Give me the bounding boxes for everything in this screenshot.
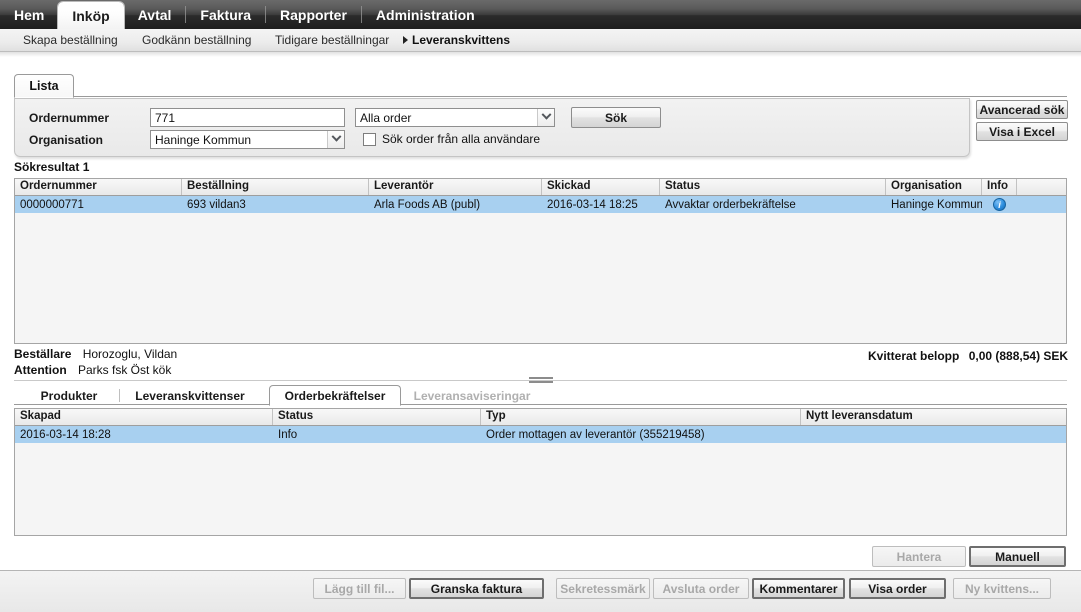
nav-tab-avtal[interactable]: Avtal <box>124 0 186 29</box>
ny-kvittens-button[interactable]: Ny kvittens... <box>953 578 1051 599</box>
cell-organisation: Haninge Kommun <box>891 198 982 211</box>
cell-bestallning: 693 vildan3 <box>187 198 246 211</box>
orders-table: Ordernummer Beställning Leverantör Skick… <box>14 178 1067 344</box>
kvitterat-belopp-value: 0,00 (888,54) SEK <box>968 349 1069 363</box>
manuell-button[interactable]: Manuell <box>969 546 1066 567</box>
orderconfirm-table-header: Skapad Status Typ Nytt leveransdatum <box>15 409 1066 426</box>
subnav-item-leveranskvittens-label: Leveranskvittens <box>412 33 511 47</box>
nav-tab-administration[interactable]: Administration <box>362 0 489 29</box>
alla-anvandare-checkbox-row[interactable]: Sök order från alla användare <box>363 132 540 146</box>
panel-splitter-handle[interactable] <box>529 377 553 384</box>
tab-separator <box>119 389 120 402</box>
sub-navigation-bar: Skapa beställning Godkänn beställning Ti… <box>0 29 1081 52</box>
column-header-typ[interactable]: Typ <box>481 409 801 425</box>
orderconfirm-table: Skapad Status Typ Nytt leveransdatum 201… <box>14 408 1067 536</box>
tab-leveransaviseringar: Leveransaviseringar <box>413 388 531 403</box>
search-result-title: Sökresultat 1 <box>14 160 90 174</box>
nav-tab-hem[interactable]: Hem <box>0 0 58 29</box>
nav-tab-rapporter[interactable]: Rapporter <box>266 0 361 29</box>
subnav-item-leveranskvittens[interactable]: Leveranskvittens <box>403 33 510 47</box>
main-navigation-bar: Hem Inköp Avtal Faktura Rapporter Admini… <box>0 0 1081 29</box>
tab-produkter[interactable]: Produkter <box>24 385 114 406</box>
cell-status: Avvaktar orderbekräftelse <box>665 198 796 211</box>
nav-separator <box>185 6 187 23</box>
order-filter-select[interactable]: Alla order <box>355 108 555 127</box>
tab-lista[interactable]: Lista <box>14 74 74 98</box>
table-row[interactable]: 2016-03-14 18:28 Info Order mottagen av … <box>15 426 1066 443</box>
nav-separator <box>265 6 266 23</box>
attention-label: Attention <box>14 363 67 377</box>
attention-row: Attention Parks fsk Öst kök <box>14 363 171 377</box>
tab-leveranskvittenser[interactable]: Leveranskvittenser <box>124 385 256 406</box>
chevron-down-icon[interactable] <box>537 109 554 126</box>
panel-tabstrip: Lista <box>14 74 1067 98</box>
column-header-ordernummer[interactable]: Ordernummer <box>15 179 182 195</box>
order-filter-value: Alla order <box>360 110 412 125</box>
nav-tab-faktura[interactable]: Faktura <box>186 0 265 29</box>
alla-anvandare-checkbox[interactable] <box>363 132 376 146</box>
sekretessmark-button[interactable]: Sekretessmärk <box>556 578 650 599</box>
kvitterat-belopp-row: Kvitterat belopp 0,00 (888,54) SEK <box>868 349 1068 363</box>
column-header-skickad[interactable]: Skickad <box>542 179 660 195</box>
table-row[interactable]: 0000000771 693 vildan3 Arla Foods AB (pu… <box>15 196 1066 213</box>
alla-anvandare-label: Sök order från alla användare <box>382 132 541 146</box>
column-header-status[interactable]: Status <box>660 179 886 195</box>
organisation-select[interactable]: Haninge Kommun <box>150 130 345 149</box>
sok-button[interactable]: Sök <box>571 107 661 128</box>
column-header-organisation[interactable]: Organisation <box>886 179 982 195</box>
orders-table-header: Ordernummer Beställning Leverantör Skick… <box>15 179 1066 196</box>
subnav-item-tidigare-bestallningar[interactable]: Tidigare beställningar <box>275 33 389 47</box>
avancerad-sok-button[interactable]: Avancerad sök <box>976 100 1068 119</box>
tab-orderbekraftelser[interactable]: Orderbekräftelser <box>269 385 401 406</box>
bestallare-row: Beställare Horozoglu, Vildan <box>14 347 177 361</box>
kvitterat-belopp-label: Kvitterat belopp <box>868 349 960 363</box>
organisation-value: Haninge Kommun <box>155 132 252 147</box>
granska-faktura-button[interactable]: Granska faktura <box>409 578 544 599</box>
column-header-info[interactable]: Info <box>982 179 1017 195</box>
bestallare-label: Beställare <box>14 347 72 361</box>
cell-info[interactable]: i <box>982 198 1017 211</box>
nav-tab-inkop[interactable]: Inköp <box>58 2 124 29</box>
column-header-spacer <box>1017 179 1066 195</box>
visa-i-excel-button[interactable]: Visa i Excel <box>976 122 1068 141</box>
cell-status: Info <box>278 428 298 441</box>
subnav-item-skapa-bestallning[interactable]: Skapa beställning <box>23 33 118 47</box>
column-header-status[interactable]: Status <box>273 409 481 425</box>
footer-toolbar: Lägg till fil... Granska faktura Sekrete… <box>0 571 1081 612</box>
column-header-bestallning[interactable]: Beställning <box>182 179 369 195</box>
info-icon[interactable]: i <box>993 198 1006 211</box>
chevron-down-icon[interactable] <box>327 131 344 148</box>
navigation-shadow <box>0 52 1081 57</box>
cell-ordernummer: 0000000771 <box>20 198 84 211</box>
attention-value: Parks fsk Öst kök <box>78 363 172 377</box>
column-header-skapad[interactable]: Skapad <box>15 409 273 425</box>
lagg-till-fil-button[interactable]: Lägg till fil... <box>313 578 406 599</box>
triangle-right-icon <box>403 36 408 44</box>
subnav-item-godkann-bestallning[interactable]: Godkänn beställning <box>142 33 251 47</box>
hantera-button[interactable]: Hantera <box>872 546 966 567</box>
ordernummer-input[interactable] <box>150 108 345 127</box>
cell-leverantor: Arla Foods AB (publ) <box>374 198 481 211</box>
avsluta-order-button[interactable]: Avsluta order <box>653 578 749 599</box>
visa-order-button[interactable]: Visa order <box>849 578 946 599</box>
cell-typ: Order mottagen av leverantör (355219458) <box>486 428 705 441</box>
column-header-nytt-leveransdatum[interactable]: Nytt leveransdatum <box>801 409 1066 425</box>
ordernummer-label: Ordernummer <box>29 111 110 125</box>
application-window: Hem Inköp Avtal Faktura Rapporter Admini… <box>0 0 1081 612</box>
organisation-label: Organisation <box>29 133 104 147</box>
detail-tabstrip: Produkter Leveranskvittenser Orderbekräf… <box>14 385 1067 406</box>
bestallare-value: Horozoglu, Vildan <box>82 347 178 361</box>
cell-skickad: 2016-03-14 18:25 <box>547 198 638 211</box>
kommentarer-button[interactable]: Kommentarer <box>752 578 845 599</box>
column-header-leverantor[interactable]: Leverantör <box>369 179 542 195</box>
cell-skapad: 2016-03-14 18:28 <box>20 428 111 441</box>
search-panel: Ordernummer Alla order Sök Organisation … <box>14 98 970 157</box>
nav-separator <box>360 6 362 23</box>
